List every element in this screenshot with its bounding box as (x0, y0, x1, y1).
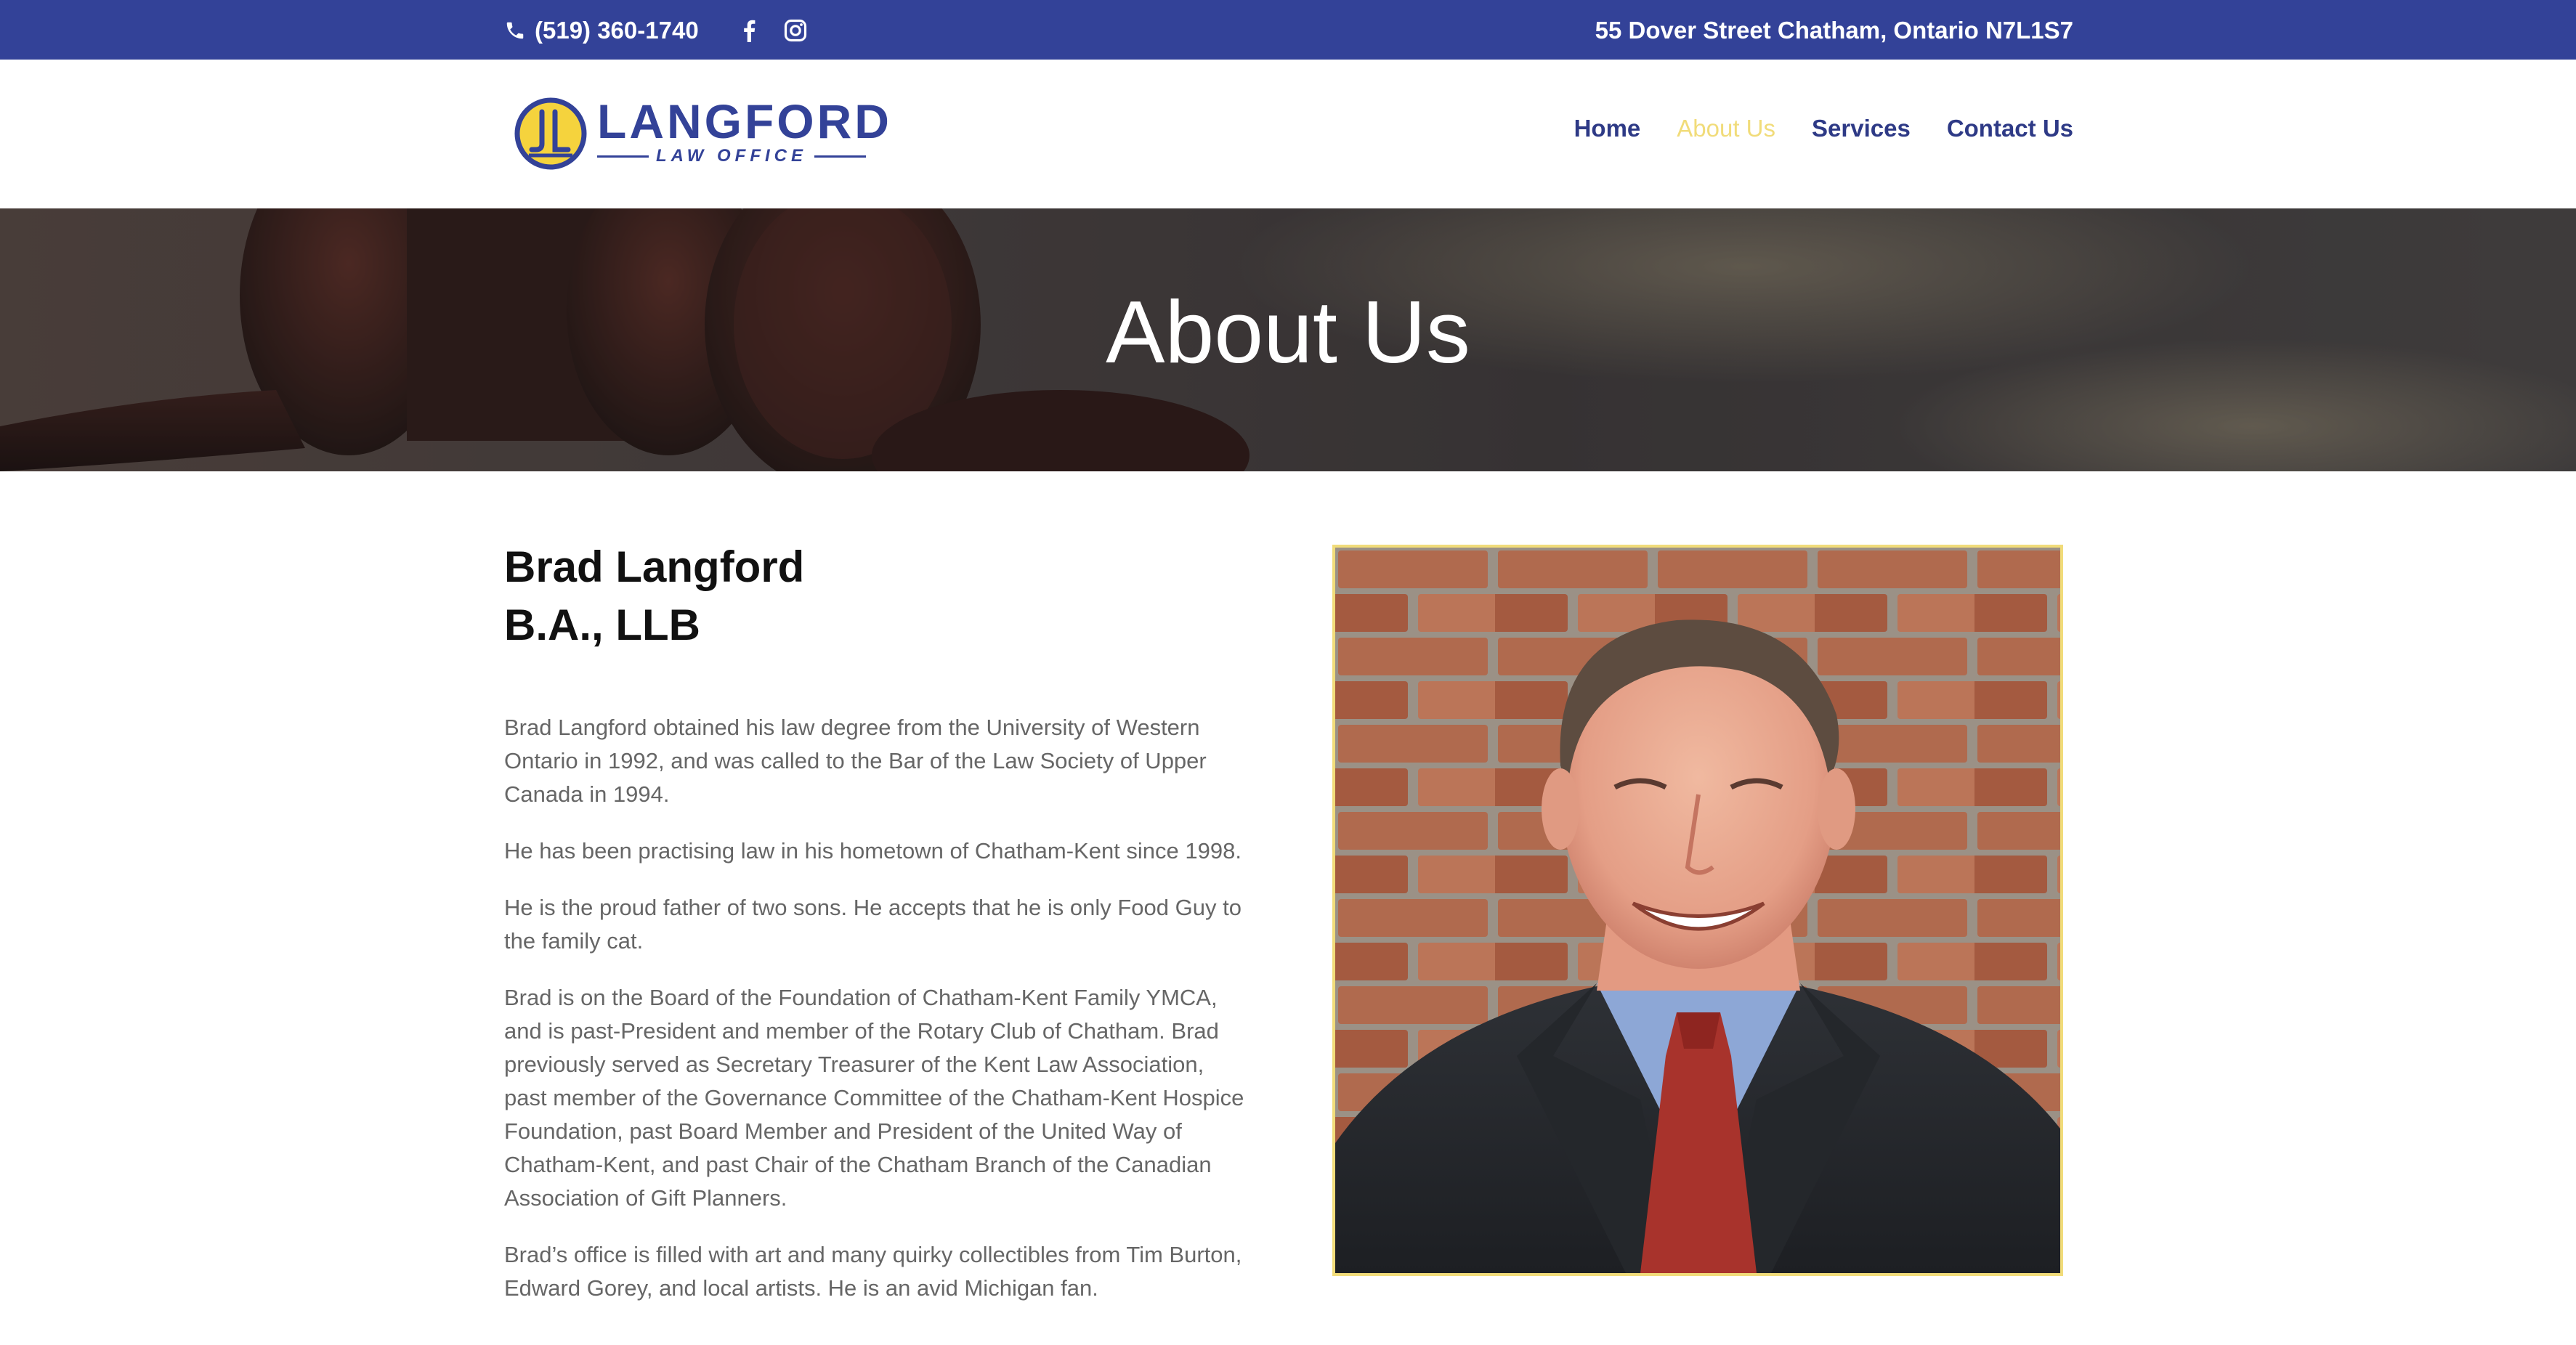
attorney-name: Brad Langford (504, 543, 805, 591)
phone-icon (506, 22, 524, 39)
bio-paragraph: Brad is on the Board of the Foundation o… (504, 985, 1244, 1211)
site-logo[interactable]: LANGFORD LAW OFFICE (513, 94, 889, 174)
hero-banner: About Us (0, 208, 2576, 471)
attorney-heading: Brad Langford B.A., LLB (504, 538, 1252, 654)
facebook-link[interactable] (738, 16, 760, 45)
logo-emblem-icon (514, 97, 587, 170)
logo-brand-text: LANGFORD (597, 94, 892, 148)
bio-paragraph: Brad Langford obtained his law degree fr… (504, 715, 1207, 807)
page-title: About Us (1106, 283, 1470, 381)
phone-number: (519) 360-1740 (535, 17, 699, 44)
instagram-link[interactable] (782, 16, 809, 45)
attorney-portrait-photo (1332, 545, 2063, 1276)
facebook-icon (744, 20, 756, 42)
logo-subtitle-text: LAW OFFICE (656, 146, 807, 166)
nav-home[interactable]: Home (1574, 115, 1641, 142)
top-bar: (519) 360-1740 55 Dover Street Chatham, … (0, 0, 2576, 60)
bio-section: Brad Langford B.A., LLB Brad Langford ob… (504, 538, 1252, 1328)
bio-text: Brad Langford obtained his law degree fr… (504, 711, 1252, 1305)
site-header: LANGFORD LAW OFFICE Home About Us Servic… (0, 60, 2576, 208)
nav-contact-us[interactable]: Contact Us (1947, 115, 2073, 142)
bio-paragraph: He has been practising law in his hometo… (504, 838, 1242, 864)
bio-paragraph: Brad’s office is filled with art and man… (504, 1242, 1242, 1301)
instagram-icon (784, 19, 807, 42)
attorney-credentials: B.A., LLB (504, 601, 700, 649)
main-content: Brad Langford B.A., LLB Brad Langford ob… (0, 471, 2576, 1345)
main-nav: Home About Us Services Contact Us (1574, 110, 2073, 147)
office-address: 55 Dover Street Chatham, Ontario N7L1S7 (1595, 17, 2073, 44)
nav-about-us[interactable]: About Us (1677, 115, 1775, 142)
bio-paragraph: He is the proud father of two sons. He a… (504, 895, 1242, 954)
phone-link[interactable]: (519) 360-1740 (504, 15, 699, 46)
nav-services[interactable]: Services (1812, 115, 1911, 142)
logo-subtitle: LAW OFFICE (597, 145, 867, 167)
